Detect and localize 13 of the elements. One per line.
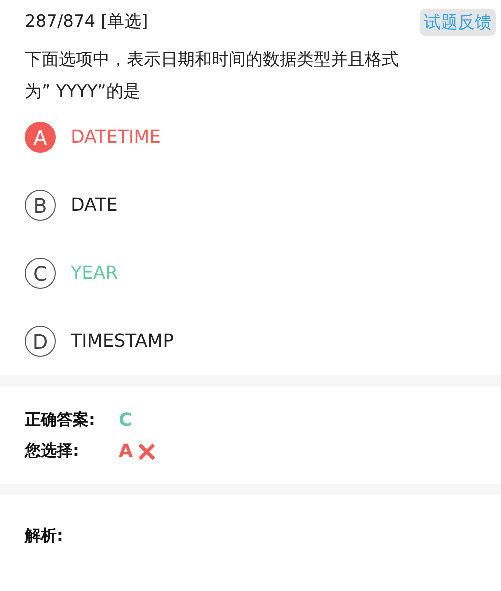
choice-label: 您选择: bbox=[25, 441, 80, 462]
explanation-label: 解析: bbox=[25, 526, 64, 545]
option-text[interactable]: DATE bbox=[71, 195, 118, 216]
option-letter[interactable]: C bbox=[25, 258, 56, 289]
correct-answer: C bbox=[119, 410, 132, 431]
cross-icon bbox=[136, 442, 157, 462]
option-letter[interactable]: D bbox=[25, 326, 56, 357]
option-text[interactable]: TIMESTAMP bbox=[71, 331, 174, 352]
option-letter[interactable]: B bbox=[25, 190, 56, 221]
chosen-answer: A bbox=[119, 441, 133, 462]
question-text: 下面选项中，表示日期和时间的数据类型并且格式为” YYYY”的是 bbox=[25, 49, 400, 104]
question-counter: 287/874 [单选] bbox=[25, 11, 148, 34]
answer-label: 正确答案: bbox=[25, 410, 96, 431]
